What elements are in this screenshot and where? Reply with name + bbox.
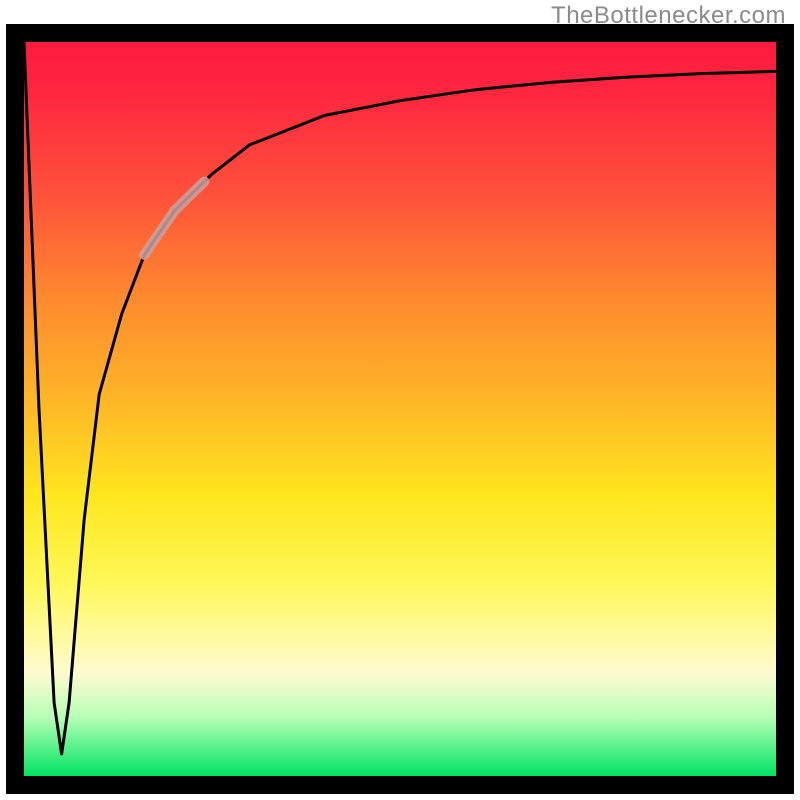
bottleneck-curve	[24, 42, 776, 754]
chart-frame	[6, 24, 794, 794]
chart-svg	[24, 42, 776, 776]
highlight-segment	[144, 182, 204, 255]
chart-gradient-background	[24, 42, 776, 776]
